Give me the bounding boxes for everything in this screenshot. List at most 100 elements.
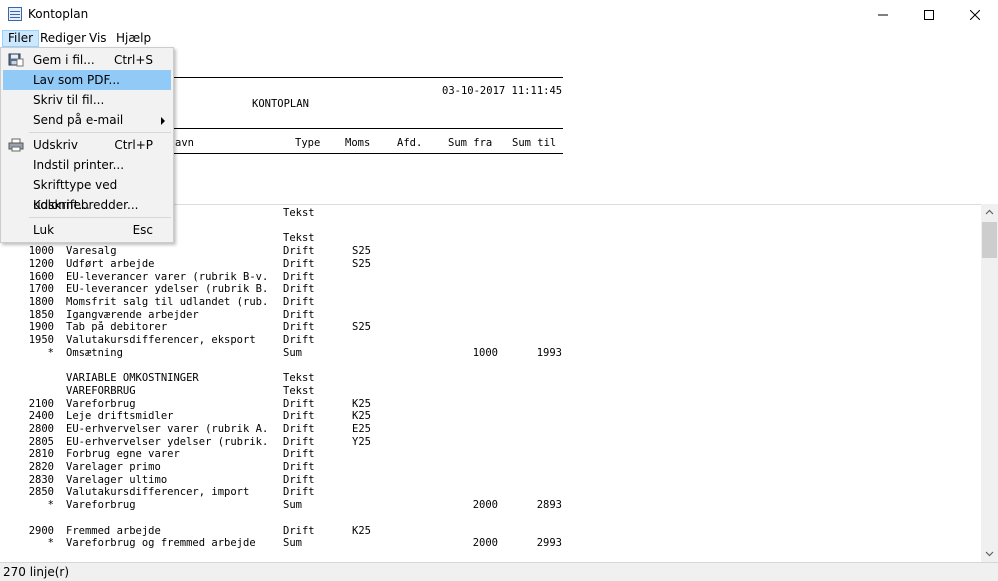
row-sum-til: 2993 — [536, 537, 562, 550]
menu-item-lav-som-pdf[interactable]: Lav som PDF... — [3, 70, 171, 90]
row-account-name: Fremmed arbejde — [66, 524, 161, 537]
row-sum-til: 1993 — [536, 346, 562, 359]
row-type: Drift — [283, 270, 315, 283]
row-type: Drift — [283, 410, 315, 423]
row-account-number: 1850 — [28, 308, 54, 321]
file-menu-dropdown: Gem i fil... Ctrl+S Lav som PDF... Skriv… — [0, 47, 174, 243]
row-type: Drift — [283, 397, 315, 410]
menu-vis[interactable]: Vis — [84, 30, 112, 47]
row-type: Drift — [283, 295, 315, 308]
row-account-name: Valutakursdifferencer, eksport — [66, 334, 256, 346]
row-type: Tekst — [283, 372, 315, 385]
scroll-thumb[interactable] — [982, 222, 997, 258]
menu-item-skrifttype[interactable]: Skrifttype ved udskrift... — [3, 175, 171, 212]
menu-item-skriv-til-fil[interactable]: Skriv til fil... — [3, 90, 171, 110]
scroll-down-button[interactable] — [981, 545, 998, 562]
row-type: Drift — [283, 461, 315, 473]
header-line-top — [172, 77, 563, 78]
menu-item-gem-i-fil[interactable]: Gem i fil... Ctrl+S — [3, 50, 171, 70]
column-header-afd: Afd. — [397, 137, 423, 149]
title-bar: Kontoplan — [0, 0, 998, 30]
row-type: Drift — [283, 321, 315, 334]
row-type: Tekst — [283, 384, 315, 397]
row-moms: S25 — [352, 245, 371, 258]
row-account-name: Leje driftsmidler — [66, 410, 174, 423]
row-account-name: EU-leverancer varer (rubrik B-v. — [66, 270, 269, 283]
menu-hjaelp[interactable]: Hjælp — [111, 30, 156, 47]
maximize-button[interactable] — [906, 0, 952, 30]
row-account-number: 2810 — [28, 448, 54, 461]
row-type: Sum — [283, 537, 302, 550]
row-account-name: EU-erhvervelser ydelser (rubrik. — [66, 435, 269, 448]
chevron-down-icon — [985, 551, 994, 557]
row-moms: K25 — [352, 524, 371, 537]
row-account-number: 1700 — [28, 283, 54, 296]
minimize-button[interactable] — [860, 0, 906, 30]
row-account-name: Varelager ultimo — [66, 473, 168, 486]
row-moms: Y25 — [352, 435, 371, 448]
minimize-icon — [878, 14, 888, 16]
row-type: Sum — [283, 346, 302, 359]
row-account-number: 1600 — [28, 270, 54, 283]
row-account-name: Vareforbrug — [66, 397, 136, 410]
maximize-icon — [924, 10, 934, 20]
menu-item-indstil-printer[interactable]: Indstil printer... — [3, 155, 171, 175]
menu-filer[interactable]: Filer — [2, 30, 40, 47]
row-account-number: 2400 — [28, 410, 54, 423]
row-type: Drift — [283, 524, 315, 537]
row-type: Drift — [283, 486, 315, 499]
vertical-scrollbar[interactable] — [981, 204, 998, 562]
line-count: 270 linje(r) — [3, 565, 70, 579]
menu-item-udskriv[interactable]: Udskriv Ctrl+P — [3, 135, 171, 155]
row-type: Drift — [283, 334, 315, 346]
row-account-name: VAREFORBRUG — [66, 384, 136, 397]
menu-item-luk[interactable]: Luk Esc — [3, 220, 171, 240]
row-type: Drift — [283, 422, 315, 435]
report-title: KONTOPLAN — [252, 98, 309, 110]
window-title: Kontoplan — [28, 7, 89, 21]
row-moms: S25 — [352, 257, 371, 270]
menu-rediger[interactable]: Rediger — [35, 30, 91, 47]
row-account-number: 1900 — [28, 321, 54, 334]
row-type: Drift — [283, 473, 315, 486]
scroll-up-button[interactable] — [981, 204, 998, 221]
status-bar: 270 linje(r) — [0, 562, 998, 581]
spreadsheet-icon — [8, 7, 22, 21]
row-type: Drift — [283, 308, 315, 321]
row-account-number: 2100 — [28, 397, 54, 410]
row-account-name: Valutakursdifferencer, import — [66, 486, 250, 499]
menu-item-send-paa-email[interactable]: Send på e-mail — [3, 110, 171, 130]
row-account-number: 2820 — [28, 461, 54, 473]
column-header-sum-til: Sum til — [512, 137, 557, 149]
close-icon — [970, 10, 980, 20]
row-account-name: Tab på debitorer — [66, 321, 168, 334]
report-datetime: 03-10-2017 11:11:45 — [442, 85, 563, 97]
row-moms: S25 — [352, 321, 371, 334]
account-list[interactable]: P G Ø R E L S.TekstTekst1000VaresalgDrif… — [0, 204, 981, 563]
row-account-number: 2800 — [28, 422, 54, 435]
row-type: Tekst — [283, 232, 315, 245]
row-account-number: 2805 — [28, 435, 54, 448]
row-moms: K25 — [352, 397, 371, 410]
header-line-bottom — [172, 153, 563, 154]
menu-item-kolonnebredder[interactable]: Kolonnebredder... — [3, 195, 171, 215]
row-moms: K25 — [352, 410, 371, 423]
row-account-number: 1800 — [28, 295, 54, 308]
row-account-number: * — [47, 346, 54, 359]
row-type: Drift — [283, 283, 315, 296]
row-type: Drift — [283, 245, 315, 258]
row-type: Drift — [283, 257, 315, 270]
close-button[interactable] — [952, 0, 998, 30]
row-account-name: Omsætning — [66, 346, 123, 359]
row-account-name: Varelager primo — [66, 461, 161, 473]
row-account-name: Forbrug egne varer — [66, 448, 180, 461]
column-header-name: avn — [175, 137, 194, 149]
row-account-number: 2900 — [28, 524, 54, 537]
row-account-name: VARIABLE OMKOSTNINGER — [66, 372, 199, 385]
row-account-number: 1000 — [28, 245, 54, 258]
row-account-name: Udført arbejde — [66, 257, 155, 270]
row-account-number: 1950 — [28, 334, 54, 346]
row-type: Drift — [283, 435, 315, 448]
row-account-name: Varesalg — [66, 245, 117, 258]
row-type: Tekst — [283, 207, 315, 219]
